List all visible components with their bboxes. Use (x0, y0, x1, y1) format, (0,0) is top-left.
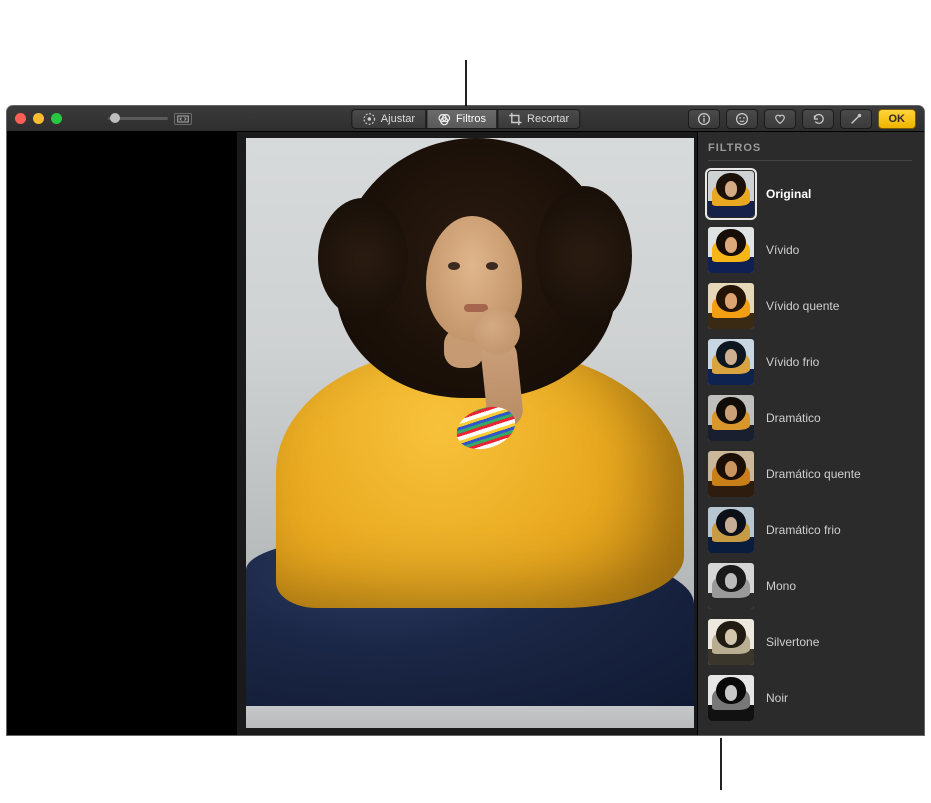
heart-icon (773, 112, 787, 126)
face-icon (735, 112, 749, 126)
info-button[interactable] (688, 109, 720, 129)
done-button-label: OK (889, 113, 906, 125)
fit-to-window-button[interactable] (174, 113, 192, 125)
filter-thumb-vivid (708, 227, 754, 273)
filter-label-vivid_warm: Vívido quente (766, 299, 839, 313)
filter-row-noir[interactable]: Noir (708, 675, 912, 721)
filter-row-dram_cool[interactable]: Dramático frio (708, 507, 912, 553)
photo-hand (474, 308, 520, 354)
filter-label-dram_warm: Dramático quente (766, 467, 861, 481)
rotate-button[interactable] (802, 109, 834, 129)
filters-sidebar-title: FILTROS (708, 142, 912, 161)
window-controls (15, 113, 62, 124)
filter-row-mono[interactable]: Mono (708, 563, 912, 609)
filter-thumb-dramatic (708, 395, 754, 441)
zoom-slider[interactable] (108, 117, 168, 120)
filter-row-dramatic[interactable]: Dramático (708, 395, 912, 441)
filter-row-original[interactable]: Original (708, 171, 912, 217)
filter-row-vivid_warm[interactable]: Vívido quente (708, 283, 912, 329)
filter-label-vivid_cool: Vívido frio (766, 355, 819, 369)
adjust-tab[interactable]: Ajustar (351, 109, 426, 129)
left-black-strip (7, 132, 237, 735)
toolbar: Ajustar Filtros Recortar (7, 106, 924, 132)
filter-thumb-dram_cool (708, 507, 754, 553)
face-button[interactable] (726, 109, 758, 129)
filter-label-mono: Mono (766, 579, 796, 593)
filter-label-original: Original (766, 187, 811, 201)
filter-thumb-mono (708, 563, 754, 609)
filter-label-noir: Noir (766, 691, 788, 705)
adjust-icon (362, 112, 376, 126)
filter-thumb-vivid_cool (708, 339, 754, 385)
filter-label-dramatic: Dramático (766, 411, 821, 425)
done-button[interactable]: OK (878, 109, 917, 129)
filter-row-silver[interactable]: Silvertone (708, 619, 912, 665)
crop-tab[interactable]: Recortar (497, 109, 580, 129)
filter-label-dram_cool: Dramático frio (766, 523, 841, 537)
close-window-button[interactable] (15, 113, 26, 124)
zoom-slider-thumb[interactable] (110, 113, 120, 123)
filters-list: Original Vívido Vívido quente Vívido frio Dr… (708, 171, 912, 721)
callout-line-top (465, 60, 467, 108)
fit-icon (177, 115, 189, 123)
magic-wand-icon (849, 112, 863, 126)
editor-body: FILTROS Original Vívido Vívido quente Vívid… (7, 132, 924, 735)
filter-thumb-silver (708, 619, 754, 665)
minimize-window-button[interactable] (33, 113, 44, 124)
filter-label-silver: Silvertone (766, 635, 819, 649)
crop-icon (508, 112, 522, 126)
adjust-tab-label: Ajustar (381, 113, 415, 125)
filter-thumb-original (708, 171, 754, 217)
filters-tab-label: Filtros (456, 113, 486, 125)
photo-preview[interactable] (246, 138, 694, 728)
filter-thumb-noir (708, 675, 754, 721)
edit-mode-segmented-control: Ajustar Filtros Recortar (351, 109, 580, 129)
rotate-icon (811, 112, 825, 126)
toolbar-right-tools: OK (688, 109, 917, 129)
filters-sidebar: FILTROS Original Vívido Vívido quente Vívid… (697, 132, 924, 735)
filter-row-vivid[interactable]: Vívido (708, 227, 912, 273)
info-icon (697, 112, 711, 126)
zoom-control (108, 113, 192, 125)
filter-thumb-vivid_warm (708, 283, 754, 329)
filter-label-vivid: Vívido (766, 243, 799, 257)
callout-line-bottom (720, 738, 722, 790)
filter-row-dram_warm[interactable]: Dramático quente (708, 451, 912, 497)
filters-tab[interactable]: Filtros (426, 109, 497, 129)
canvas-area (237, 132, 697, 735)
filter-row-vivid_cool[interactable]: Vívido frio (708, 339, 912, 385)
filter-thumb-dram_warm (708, 451, 754, 497)
zoom-window-button[interactable] (51, 113, 62, 124)
crop-tab-label: Recortar (527, 113, 569, 125)
app-window: Ajustar Filtros Recortar (7, 106, 924, 735)
filters-icon (437, 112, 451, 126)
favorite-button[interactable] (764, 109, 796, 129)
auto-enhance-button[interactable] (840, 109, 872, 129)
